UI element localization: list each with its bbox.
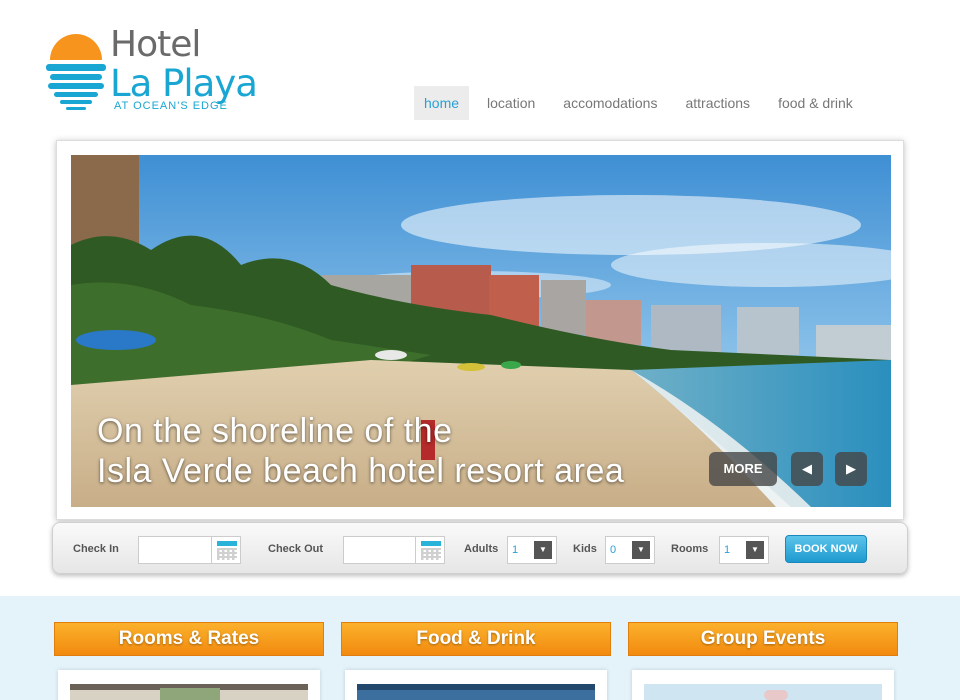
nav-item-home[interactable]: home xyxy=(414,86,470,120)
check-out-field[interactable] xyxy=(343,536,417,564)
rooms-value: 1 xyxy=(724,544,731,556)
prev-arrow-icon[interactable]: ◀ xyxy=(791,452,823,486)
logo-title-line2: La Playa xyxy=(110,62,258,105)
sunset-logo-icon xyxy=(46,34,106,110)
dropdown-arrow-icon: ▼ xyxy=(632,541,650,559)
kids-value: 0 xyxy=(610,544,617,556)
card-title-group-events[interactable]: Group Events xyxy=(628,622,898,656)
nav-item-accomodations[interactable]: accomodations xyxy=(553,86,667,120)
dropdown-arrow-icon: ▼ xyxy=(534,541,552,559)
card-group-events xyxy=(632,670,894,700)
nav-item-location[interactable]: location xyxy=(477,86,545,120)
nav-item-food-drink[interactable]: food & drink xyxy=(768,86,863,120)
kids-select[interactable]: 0 ▼ xyxy=(605,536,655,564)
hero-slider: On the shoreline of the Isla Verde beach… xyxy=(71,155,891,507)
hero-slider-frame: On the shoreline of the Isla Verde beach… xyxy=(56,140,904,520)
food-thumbnail[interactable] xyxy=(357,684,595,700)
check-in-calendar-icon[interactable] xyxy=(211,536,241,564)
slider-caption: On the shoreline of the Isla Verde beach… xyxy=(97,411,624,491)
events-thumbnail[interactable] xyxy=(644,684,882,700)
check-in-label: Check In xyxy=(73,543,119,555)
book-now-button[interactable]: BOOK NOW xyxy=(785,535,867,563)
adults-select[interactable]: 1 ▼ xyxy=(507,536,557,564)
booking-bar: Check In Check Out Adults 1 ▼ Kids 0 ▼ R… xyxy=(52,522,908,574)
card-food-drink xyxy=(345,670,607,700)
logo-tagline: AT OCEAN'S EDGE xyxy=(114,100,228,112)
check-out-calendar-icon[interactable] xyxy=(415,536,445,564)
caption-line-1: On the shoreline of the xyxy=(97,412,453,450)
main-nav: home location accomodations attractions … xyxy=(414,86,871,120)
room-thumbnail[interactable] xyxy=(70,684,308,700)
adults-value: 1 xyxy=(512,544,519,556)
check-out-label: Check Out xyxy=(268,543,324,555)
more-button[interactable]: MORE xyxy=(709,452,777,486)
card-title-rooms-rates[interactable]: Rooms & Rates xyxy=(54,622,324,656)
check-in-field[interactable] xyxy=(138,536,212,564)
rooms-select[interactable]: 1 ▼ xyxy=(719,536,769,564)
nav-item-attractions[interactable]: attractions xyxy=(675,86,760,120)
logo-title-line1: Hotel xyxy=(110,24,201,65)
kids-label: Kids xyxy=(573,543,597,555)
card-rooms-rates xyxy=(58,670,320,700)
card-title-food-drink[interactable]: Food & Drink xyxy=(341,622,611,656)
caption-line-2: Isla Verde beach hotel resort area xyxy=(97,452,625,490)
next-arrow-icon[interactable]: ▶ xyxy=(835,452,867,486)
dropdown-arrow-icon: ▼ xyxy=(746,541,764,559)
adults-label: Adults xyxy=(464,543,499,555)
rooms-label: Rooms xyxy=(671,543,709,555)
hotel-logo[interactable]: Hotel La Playa AT OCEAN'S EDGE xyxy=(46,24,271,118)
